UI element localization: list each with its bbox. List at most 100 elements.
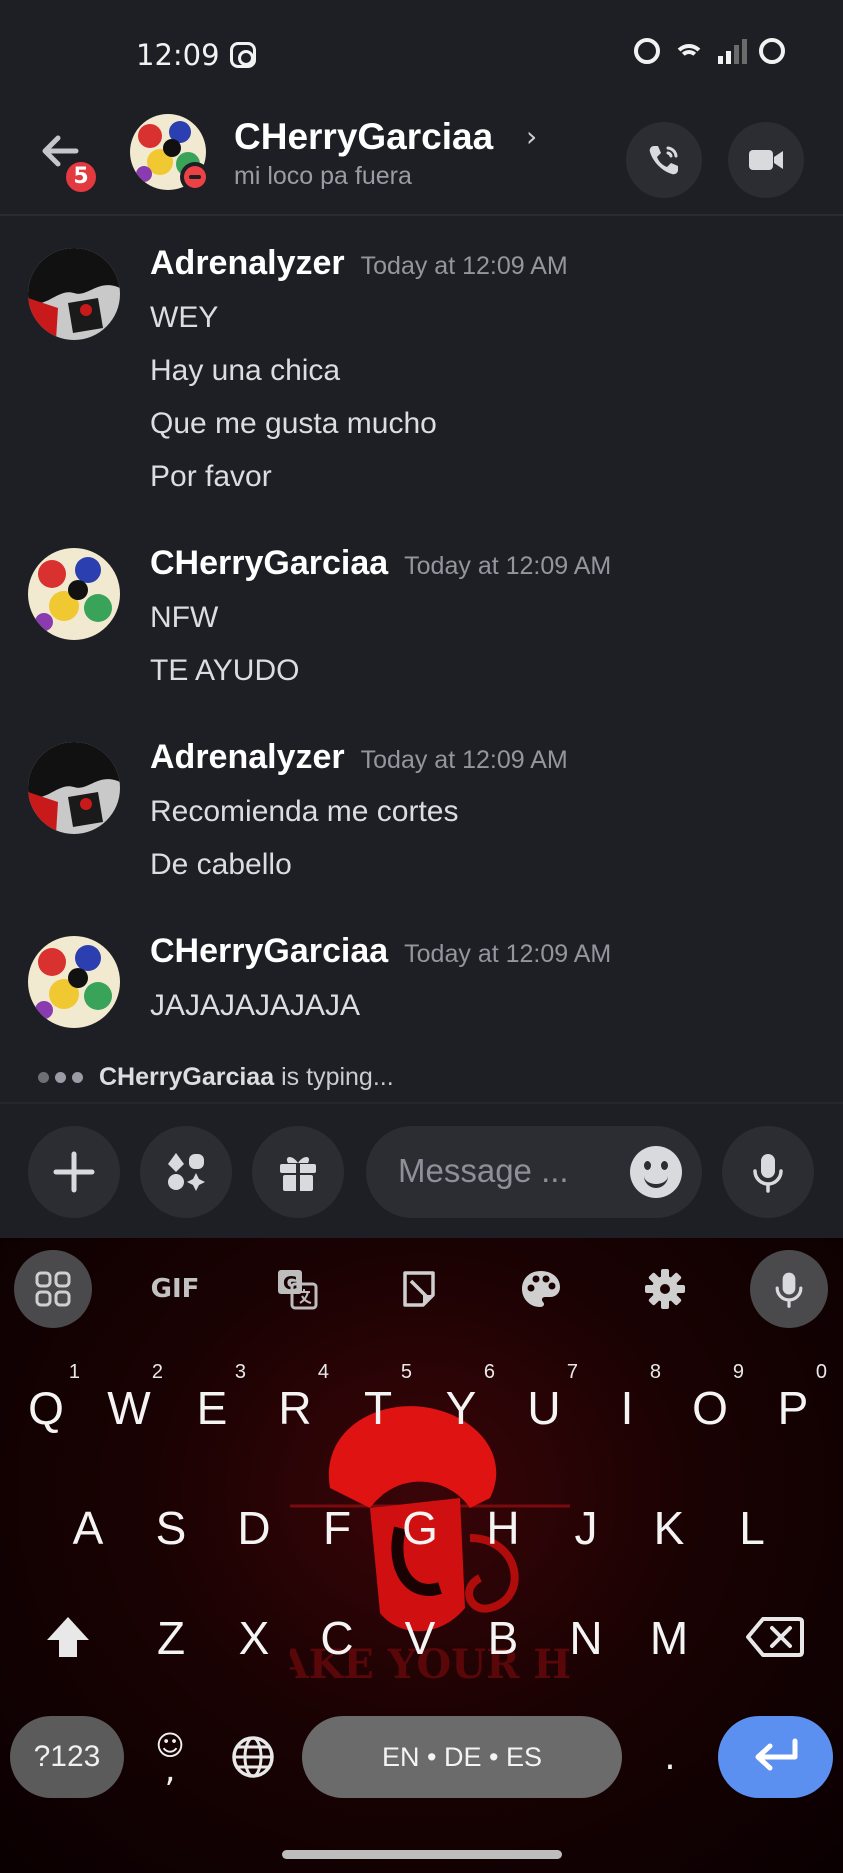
voice-typing-icon[interactable] [750,1250,828,1328]
key[interactable]: A [48,1478,128,1578]
avatar[interactable] [28,742,120,834]
dnd-status-icon [180,162,210,192]
add-attachment-button[interactable] [28,1126,120,1218]
unread-badge: 5 [62,158,100,196]
avatar[interactable] [28,548,120,640]
shift-key[interactable] [28,1596,108,1678]
palette-icon[interactable] [502,1250,580,1328]
gear-icon[interactable] [626,1250,704,1328]
typing-text: is typing... [281,1062,394,1091]
key[interactable]: R4 [255,1358,335,1458]
wifi-icon [672,38,706,64]
emoji-comma-key[interactable]: ☺ , [140,1716,200,1798]
message-text[interactable]: De cabello [150,845,458,898]
enter-key[interactable] [718,1716,833,1798]
comma-label: , [164,1750,176,1790]
alarm-icon [634,38,660,64]
status-time: 12:09 [136,38,220,72]
translate-icon[interactable]: G [258,1250,336,1328]
custom-status: mi loco pa fuera [234,162,412,190]
key[interactable]: B [463,1588,543,1688]
grid-menu-icon[interactable] [14,1250,92,1328]
period-key[interactable]: . [640,1716,700,1798]
message-author[interactable]: Adrenalyzer Today at 12:09 AM [150,244,568,283]
key[interactable]: V [380,1588,460,1688]
key[interactable]: P0 [753,1358,833,1458]
battery-icon [759,38,785,64]
chevron-right-icon[interactable]: › [526,120,537,153]
key[interactable]: H [463,1478,543,1578]
key[interactable]: G [380,1478,460,1578]
message-group: Adrenalyzer Today at 12:09 AM WEY Hay una… [0,218,843,518]
message-input[interactable]: Message ... [366,1126,702,1218]
message-text[interactable]: Recomienda me cortes [150,792,458,845]
clipboard-icon[interactable] [380,1250,458,1328]
plus-icon [53,1151,95,1193]
gift-button[interactable] [252,1126,344,1218]
key[interactable]: W2 [89,1358,169,1458]
backspace-key[interactable] [735,1596,815,1678]
message-text[interactable]: WEY [150,298,437,351]
key[interactable]: M [629,1588,709,1688]
key[interactable]: E3 [172,1358,252,1458]
message-text[interactable]: JAJAJAJAJAJA [150,986,360,1039]
gif-button[interactable]: GIF [136,1250,214,1328]
apps-button[interactable] [140,1126,232,1218]
symbols-key[interactable]: ?123 [10,1716,124,1798]
key[interactable]: N [546,1588,626,1688]
key[interactable]: C [297,1588,377,1688]
message-text[interactable]: TE AYUDO [150,651,299,704]
typing-indicator: CHerryGarciaa is typing... [38,1060,394,1094]
message-group: Adrenalyzer Today at 12:09 AM Recomienda … [0,712,843,906]
message-text[interactable]: NFW [150,598,299,651]
emoji-icon[interactable] [630,1146,682,1198]
message-timestamp: Today at 12:09 AM [404,940,612,968]
key[interactable]: L [712,1478,792,1578]
message-text[interactable]: Hay una chica [150,351,437,404]
channel-name[interactable]: CHerryGarciaa [234,116,493,158]
message-text[interactable]: Por favor [150,457,437,510]
message-placeholder: Message ... [398,1152,569,1189]
avatar[interactable] [28,248,120,340]
message-timestamp: Today at 12:09 AM [404,552,612,580]
message-timestamp: Today at 12:09 AM [360,746,568,774]
apps-icon [168,1153,205,1191]
call-icon [649,146,678,175]
key[interactable]: I8 [587,1358,667,1458]
key[interactable]: O9 [670,1358,750,1458]
call-button[interactable] [626,122,702,198]
globe-icon [232,1736,274,1778]
key[interactable]: S [131,1478,211,1578]
key[interactable]: J [546,1478,626,1578]
key-row-1: Q1 W2 E3 R4 T5 Y6 U7 I8 O9 P0 [0,1358,843,1458]
key[interactable]: U7 [504,1358,584,1458]
instagram-icon [230,42,256,68]
gesture-nav-bar[interactable] [282,1850,562,1859]
shift-icon [47,1617,89,1657]
key[interactable]: T5 [338,1358,418,1458]
key[interactable]: Q1 [6,1358,86,1458]
avatar[interactable] [28,936,120,1028]
message-timestamp: Today at 12:09 AM [360,252,568,280]
backspace-icon [746,1617,804,1657]
key[interactable]: Y6 [421,1358,501,1458]
language-key[interactable] [220,1716,286,1798]
message-author[interactable]: CHerryGarciaa Today at 12:09 AM [150,932,611,971]
space-key[interactable]: EN • DE • ES [302,1716,622,1798]
message-author[interactable]: Adrenalyzer Today at 12:09 AM [150,738,568,777]
microphone-icon [753,1154,783,1193]
key[interactable]: X [214,1588,294,1688]
typing-dots-icon [38,1071,83,1083]
video-icon [749,150,783,170]
key[interactable]: D [214,1478,294,1578]
message-text[interactable]: Que me gusta mucho [150,404,437,457]
message-author[interactable]: CHerryGarciaa Today at 12:09 AM [150,544,611,583]
typing-user: CHerryGarciaa [99,1062,275,1091]
message-group: CHerryGarciaa Today at 12:09 AM NFW TE AY… [0,518,843,712]
key[interactable]: K [629,1478,709,1578]
key[interactable]: Z [131,1588,211,1688]
message-list[interactable]: Adrenalyzer Today at 12:09 AM WEY Hay una… [0,218,843,1066]
voice-message-button[interactable] [722,1126,814,1218]
key[interactable]: F [297,1478,377,1578]
video-button[interactable] [728,122,804,198]
